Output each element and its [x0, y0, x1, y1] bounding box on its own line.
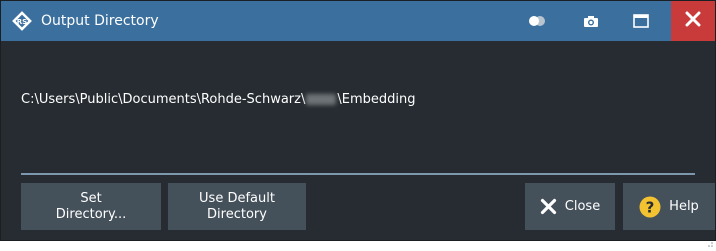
close-button-label: Close: [564, 198, 601, 214]
divider: [21, 173, 695, 175]
toggle-icon[interactable]: [523, 1, 551, 41]
redacted-segment: [306, 94, 337, 105]
svg-text:?: ?: [646, 198, 655, 216]
window-title: Output Directory: [41, 13, 159, 29]
help-button-label: Help: [669, 198, 699, 214]
window-close-button[interactable]: [671, 1, 715, 41]
close-x-icon: [540, 198, 557, 215]
svg-text:RS: RS: [17, 18, 27, 26]
directory-path: C:\Users\Public\Documents\Rohde-Schwarz\…: [21, 92, 415, 108]
path-suffix: \Embedding: [337, 92, 416, 107]
close-icon: [685, 11, 701, 31]
help-icon: ?: [639, 196, 661, 218]
camera-icon[interactable]: [577, 1, 605, 41]
set-directory-label-line2: Directory...: [55, 206, 127, 222]
help-button[interactable]: ? Help: [623, 183, 715, 230]
rohde-schwarz-logo-icon: RS: [11, 10, 33, 32]
close-button[interactable]: Close: [525, 183, 615, 230]
output-directory-dialog: RS Output Directory C:\Users\Public\Docu…: [0, 0, 716, 247]
title-bar[interactable]: RS Output Directory: [1, 1, 715, 41]
set-directory-button[interactable]: Set Directory...: [21, 183, 161, 230]
use-default-directory-button[interactable]: Use Default Directory: [168, 183, 306, 230]
maximize-icon[interactable]: [627, 1, 655, 41]
use-default-label-line1: Use Default: [199, 190, 275, 206]
resize-grip-icon[interactable]: [707, 232, 713, 247]
use-default-label-line2: Directory: [207, 206, 267, 222]
set-directory-label-line1: Set: [80, 190, 102, 206]
path-prefix: C:\Users\Public\Documents\Rohde-Schwarz\: [21, 92, 306, 107]
